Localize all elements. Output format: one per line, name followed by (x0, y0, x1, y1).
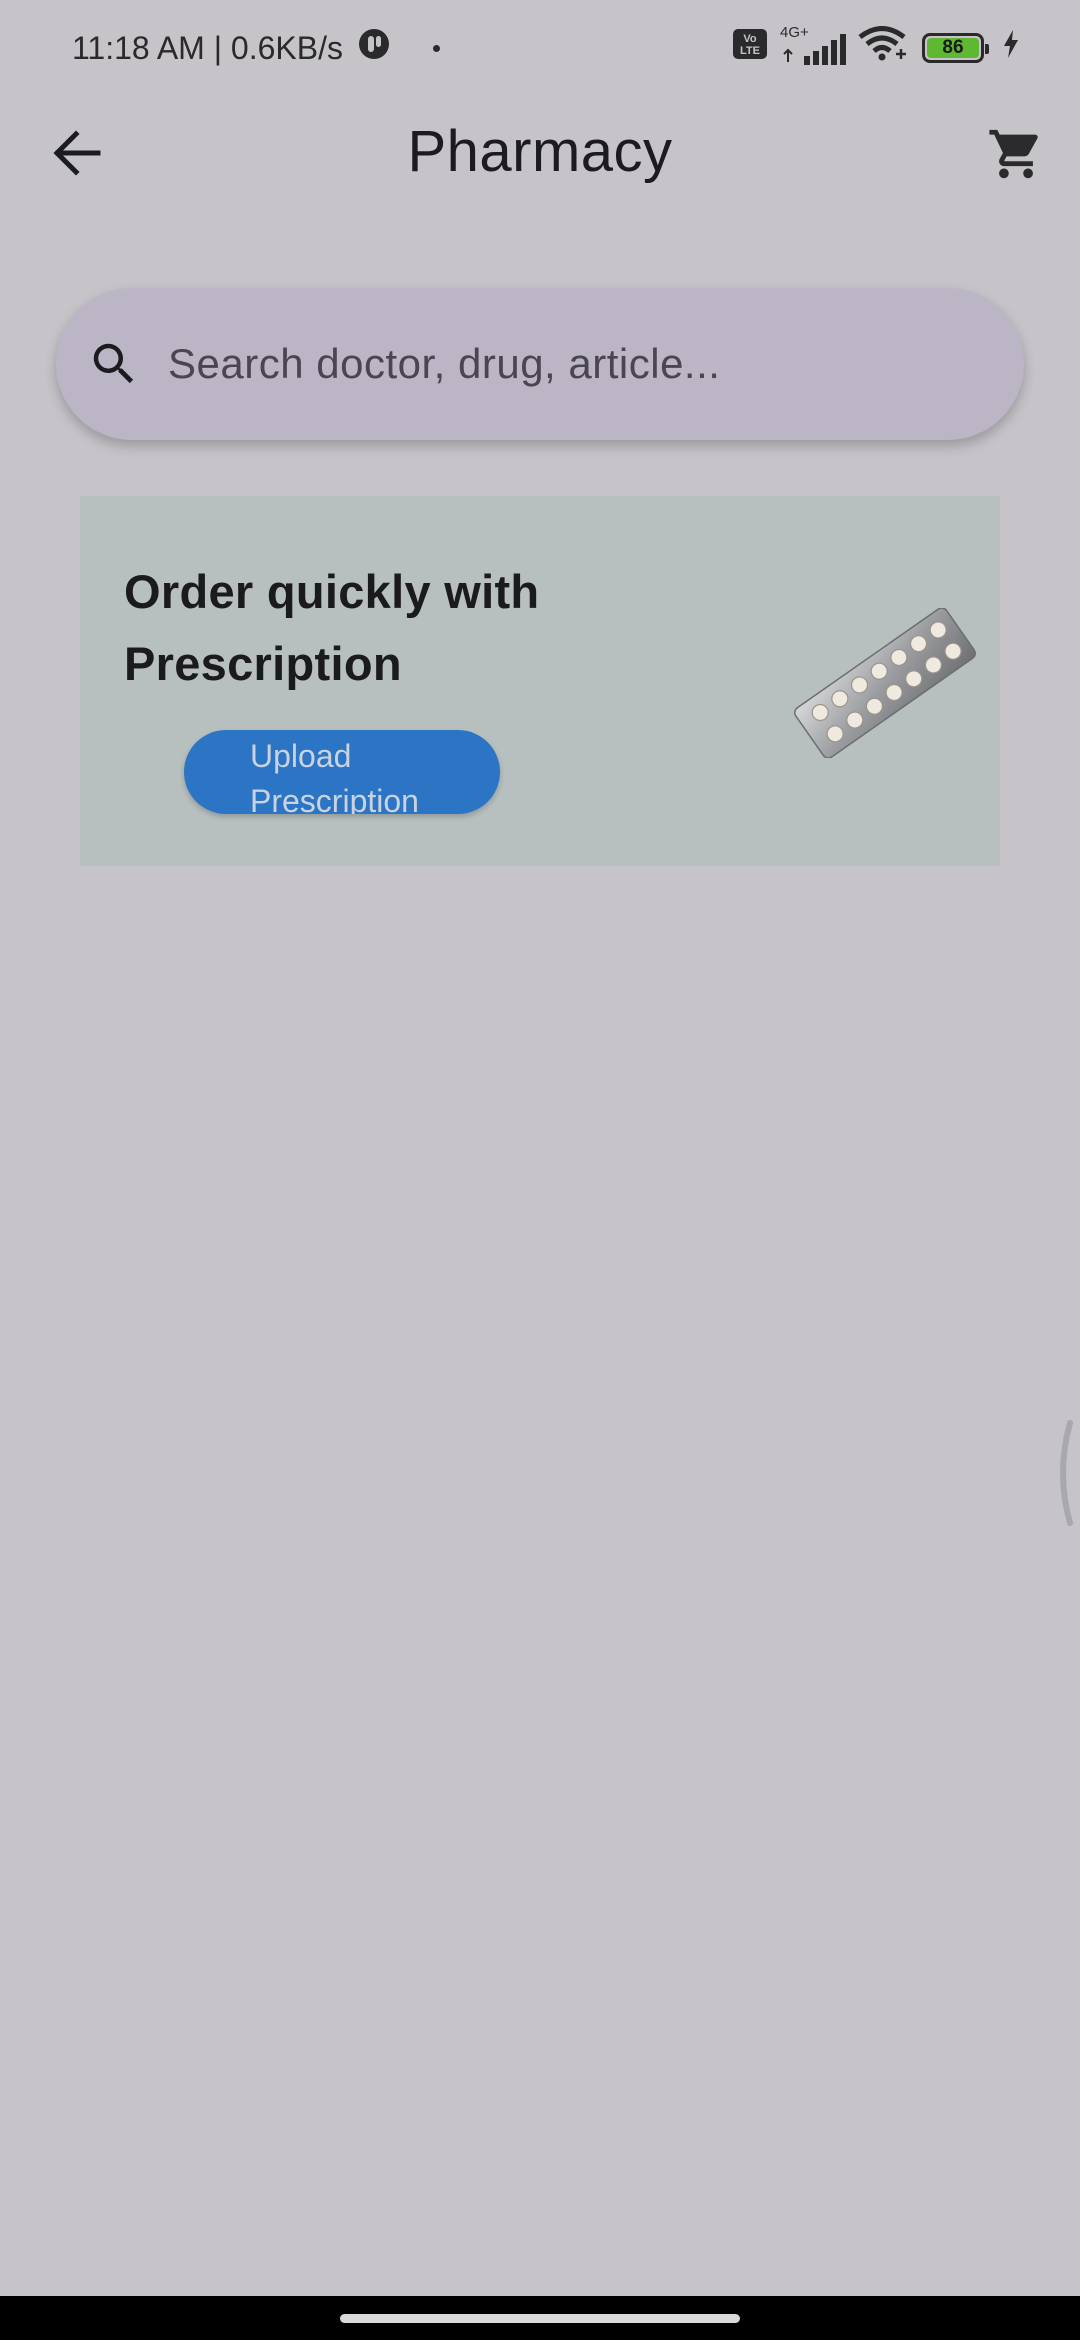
status-right: Vo LTE 4G+ 86 (732, 24, 1020, 70)
status-time-speed: 11:18 AM | 0.6KB/s (72, 29, 343, 66)
promo-title: Order quickly with Prescription (124, 565, 540, 690)
charging-icon (1002, 29, 1020, 67)
home-indicator[interactable] (340, 2314, 740, 2323)
status-bar: 11:18 AM | 0.6KB/s Vo LTE 4G+ 86 (0, 0, 1080, 96)
edge-swipe-handle[interactable] (1052, 1420, 1074, 1526)
app-bar: Pharmacy (0, 96, 1080, 212)
page-title: Pharmacy (407, 119, 673, 184)
status-left: 11:18 AM | 0.6KB/s (72, 27, 440, 69)
cart-icon (989, 129, 1038, 179)
battery-icon: 86 (922, 33, 989, 63)
prescription-promo-card: Order quickly with Prescription Upload P… (80, 496, 1000, 866)
search-icon[interactable] (82, 332, 146, 396)
svg-text:Vo: Vo (743, 33, 757, 45)
cart-button[interactable] (984, 122, 1048, 186)
signal-icon: 4G+ (780, 24, 846, 66)
pill-blister-pack-icon (780, 607, 990, 759)
volte-icon: Vo LTE (732, 27, 768, 69)
search-bar[interactable] (56, 288, 1024, 440)
app-notification-icon (357, 27, 391, 69)
notification-dot-icon (432, 44, 440, 52)
wifi-icon (858, 26, 910, 70)
upload-prescription-button[interactable]: Upload Prescription (184, 730, 500, 814)
search-input[interactable] (168, 340, 928, 388)
svg-text:LTE: LTE (740, 45, 760, 57)
upload-prescription-label: Upload Prescription (250, 738, 419, 814)
battery-level: 86 (927, 37, 979, 58)
